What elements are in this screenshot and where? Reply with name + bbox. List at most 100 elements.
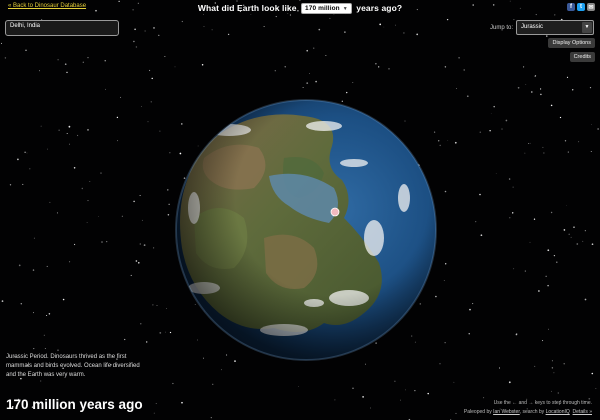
location-marker[interactable] bbox=[330, 207, 340, 217]
star bbox=[26, 152, 28, 154]
headline-prefix: What did Earth look like bbox=[197, 3, 297, 13]
star bbox=[89, 181, 91, 183]
star bbox=[582, 240, 584, 242]
star bbox=[572, 89, 574, 91]
credits-button[interactable]: Credits bbox=[569, 52, 595, 62]
star bbox=[568, 233, 570, 235]
star bbox=[551, 360, 553, 362]
headline-suffix: years ago? bbox=[356, 3, 403, 13]
star bbox=[365, 363, 366, 365]
star bbox=[566, 76, 569, 78]
star bbox=[284, 66, 286, 68]
star bbox=[512, 186, 514, 188]
location-search-input[interactable]: Delhi, India bbox=[5, 20, 119, 36]
star bbox=[141, 219, 143, 221]
star bbox=[66, 132, 68, 135]
star bbox=[135, 260, 138, 262]
star bbox=[463, 69, 465, 71]
headline: What did Earth look like 170 million ▼ ye… bbox=[0, 3, 600, 14]
star bbox=[589, 86, 592, 89]
star bbox=[153, 412, 155, 414]
star bbox=[453, 381, 455, 383]
star bbox=[116, 116, 119, 119]
star bbox=[48, 313, 51, 315]
star bbox=[483, 397, 485, 399]
display-options-button[interactable]: Display Options bbox=[548, 38, 595, 48]
star bbox=[447, 140, 449, 141]
star bbox=[318, 28, 321, 31]
star bbox=[105, 88, 107, 90]
star bbox=[530, 91, 533, 93]
star bbox=[165, 331, 166, 333]
star bbox=[352, 387, 354, 389]
star bbox=[469, 308, 471, 311]
star bbox=[458, 56, 460, 59]
star bbox=[69, 261, 71, 263]
star bbox=[454, 141, 457, 144]
star bbox=[508, 381, 511, 384]
star bbox=[315, 80, 317, 83]
star bbox=[133, 40, 135, 43]
star bbox=[509, 0, 511, 2]
star bbox=[130, 274, 132, 276]
star bbox=[18, 264, 21, 267]
star bbox=[140, 323, 142, 325]
star bbox=[501, 128, 503, 130]
star bbox=[104, 60, 106, 62]
star bbox=[444, 66, 447, 68]
jump-to-select[interactable]: Jurassic ▼ bbox=[516, 20, 594, 35]
star bbox=[550, 104, 553, 107]
star bbox=[551, 367, 554, 369]
star bbox=[46, 265, 48, 267]
star bbox=[164, 56, 166, 57]
star bbox=[564, 140, 567, 142]
star bbox=[146, 341, 148, 343]
star bbox=[414, 390, 416, 392]
star bbox=[156, 305, 158, 306]
star bbox=[289, 14, 291, 16]
star bbox=[563, 363, 565, 365]
twitter-icon[interactable]: t bbox=[577, 3, 585, 11]
star bbox=[135, 46, 138, 48]
star bbox=[334, 399, 336, 401]
facebook-icon[interactable]: f bbox=[567, 3, 575, 11]
social-share-buttons: f t ✉ bbox=[567, 3, 595, 11]
details-link[interactable]: Details » bbox=[573, 409, 592, 415]
star bbox=[379, 23, 382, 26]
years-ago-title: 170 million years ago bbox=[6, 397, 143, 412]
star bbox=[517, 86, 520, 89]
star bbox=[133, 200, 135, 203]
star bbox=[495, 172, 497, 174]
star bbox=[302, 86, 304, 88]
star bbox=[106, 241, 108, 243]
star bbox=[490, 113, 492, 114]
star bbox=[475, 221, 477, 223]
star bbox=[169, 152, 171, 154]
star bbox=[556, 261, 558, 263]
star bbox=[378, 66, 380, 68]
star bbox=[299, 0, 301, 1]
star bbox=[98, 216, 99, 217]
star bbox=[120, 96, 122, 98]
star bbox=[509, 217, 511, 219]
years-ago-select[interactable]: 170 million ▼ bbox=[301, 3, 352, 14]
star bbox=[101, 241, 103, 243]
star bbox=[344, 31, 346, 33]
globe[interactable] bbox=[174, 98, 438, 362]
star bbox=[236, 0, 238, 2]
search-provider-link[interactable]: LocationIQ bbox=[546, 409, 570, 415]
star bbox=[524, 152, 526, 154]
star bbox=[439, 144, 441, 147]
star bbox=[456, 88, 457, 89]
star bbox=[86, 222, 88, 224]
email-icon[interactable]: ✉ bbox=[587, 3, 595, 11]
star bbox=[165, 308, 167, 310]
star bbox=[524, 270, 526, 272]
star bbox=[352, 82, 354, 83]
chevron-down-icon: ▼ bbox=[342, 6, 348, 12]
star bbox=[167, 189, 169, 191]
author-link[interactable]: Ian Webster bbox=[493, 409, 520, 415]
star bbox=[595, 388, 597, 389]
star bbox=[553, 254, 556, 257]
star bbox=[227, 33, 230, 36]
